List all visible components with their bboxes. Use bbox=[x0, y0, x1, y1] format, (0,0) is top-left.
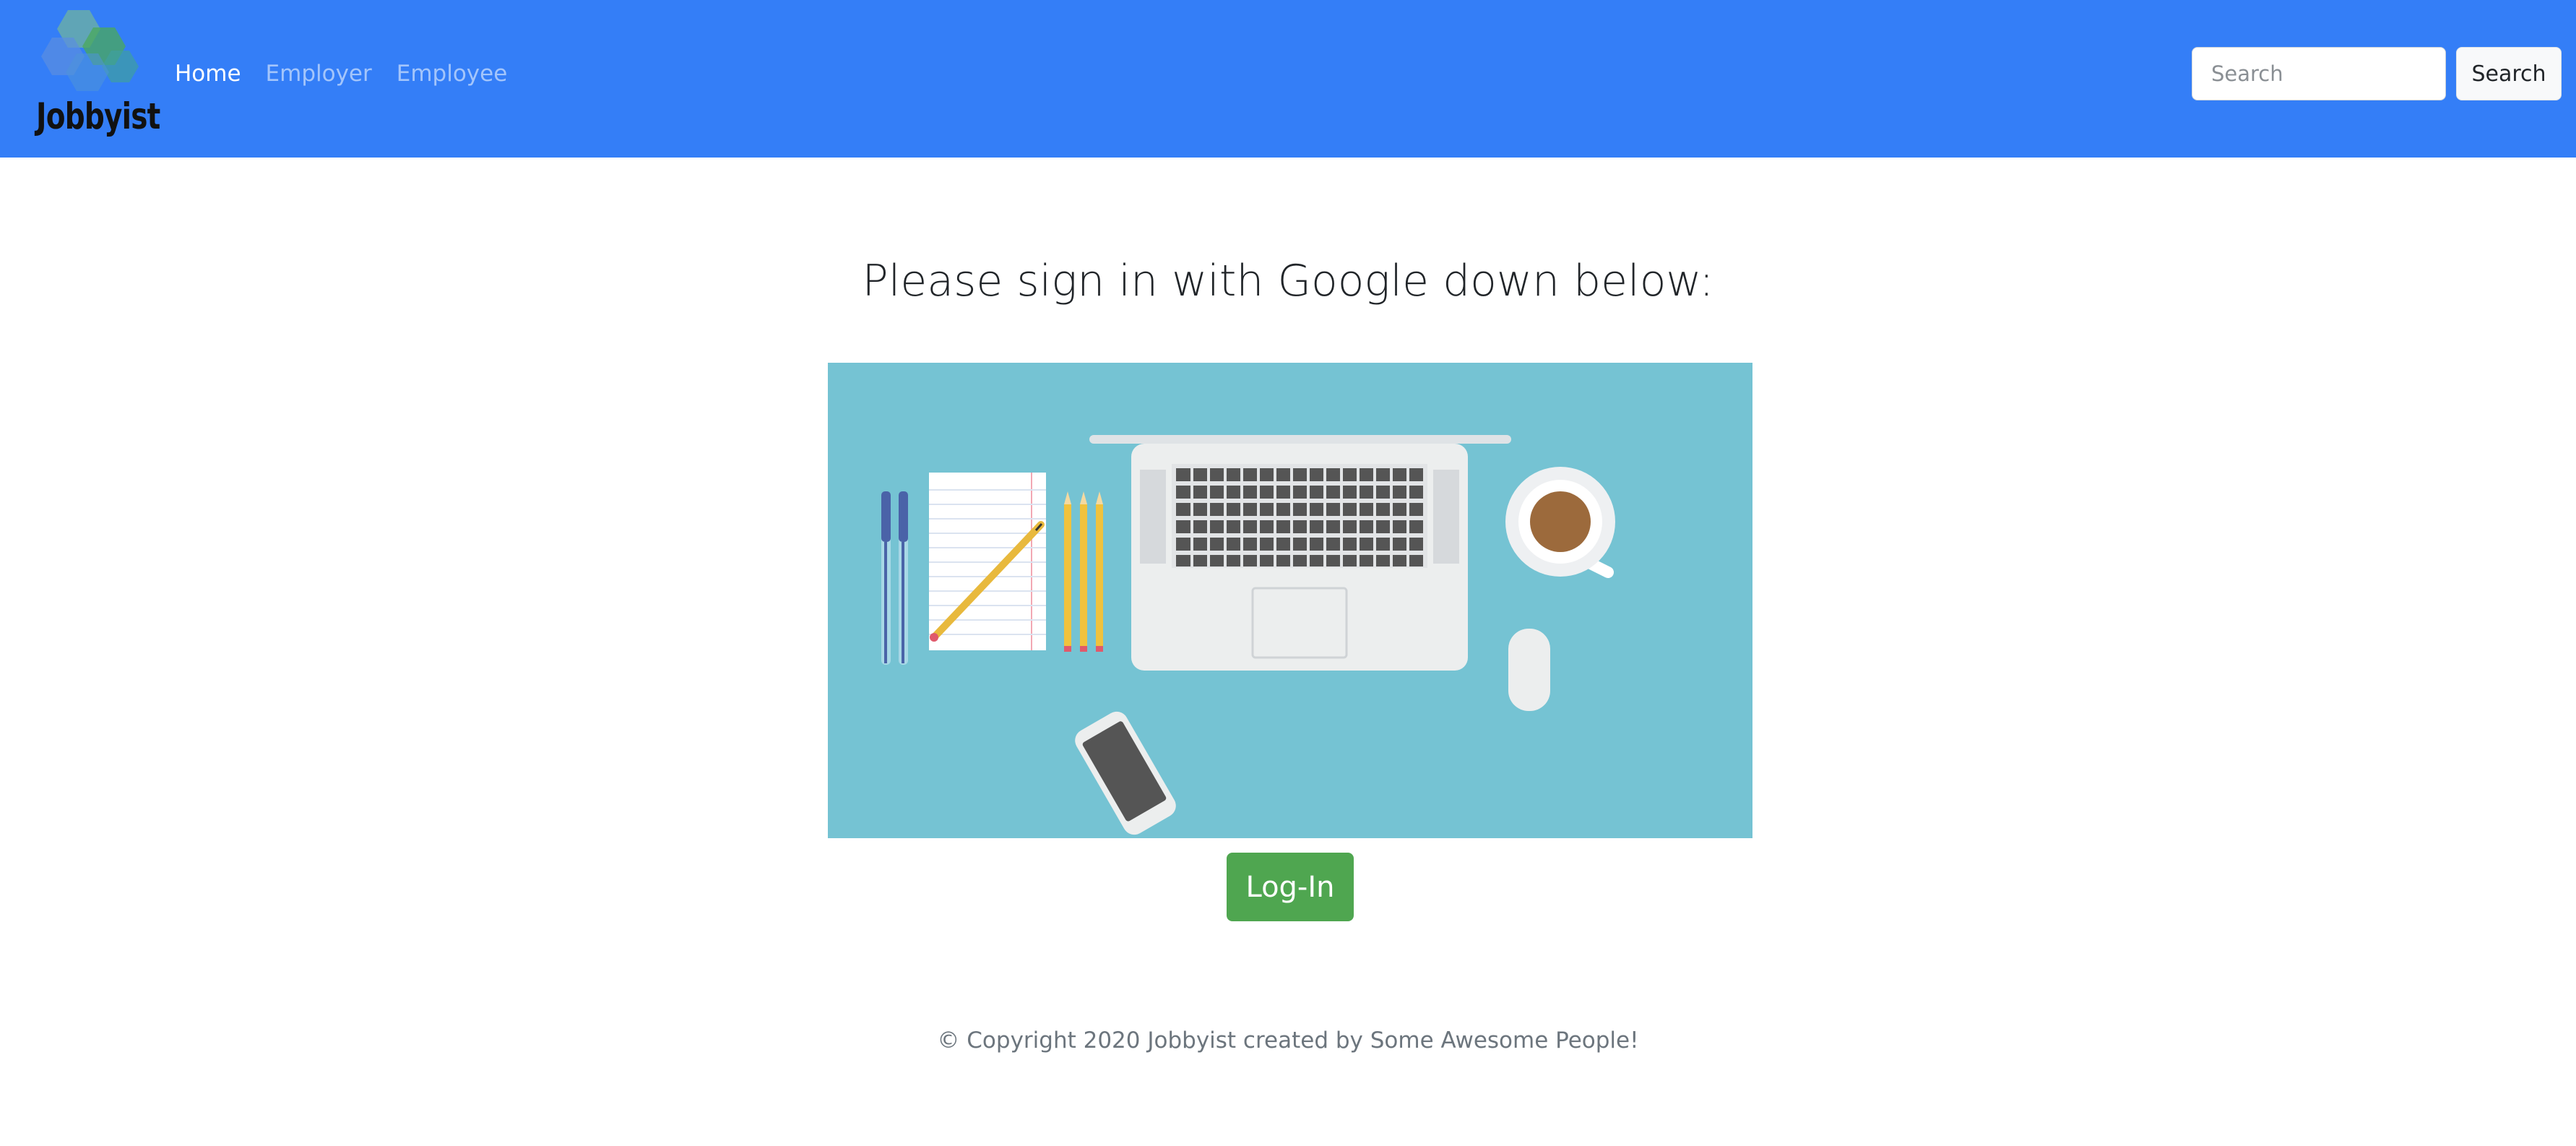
brand-logo[interactable]: Jobbyist bbox=[32, 6, 160, 143]
mouse-icon bbox=[1508, 629, 1550, 711]
nav-link-employee[interactable]: Employee bbox=[397, 62, 508, 85]
login-button[interactable]: Log-In bbox=[1227, 853, 1354, 921]
footer-copyright: © Copyright 2020 Jobbyist created by Som… bbox=[937, 1027, 1639, 1054]
hexagon-logo-icon bbox=[41, 10, 139, 91]
pencils-icon bbox=[1064, 491, 1103, 652]
coffee-cup-icon bbox=[1505, 467, 1615, 578]
nav-link-home[interactable]: Home bbox=[175, 62, 241, 85]
navbar: Jobbyist Home Employer Employee Search bbox=[0, 0, 2576, 158]
search-button[interactable]: Search bbox=[2456, 47, 2562, 100]
notepad-icon bbox=[929, 473, 1046, 650]
main-nav: Home Employer Employee bbox=[175, 58, 507, 90]
nav-link-employer[interactable]: Employer bbox=[266, 62, 372, 85]
search-input[interactable] bbox=[2192, 47, 2446, 100]
page-heading: Please sign in with Google down below: bbox=[862, 256, 1714, 306]
brand-name: Jobbyist bbox=[36, 95, 160, 137]
desk-workspace-illustration bbox=[828, 363, 1752, 838]
laptop-icon bbox=[1089, 435, 1511, 671]
